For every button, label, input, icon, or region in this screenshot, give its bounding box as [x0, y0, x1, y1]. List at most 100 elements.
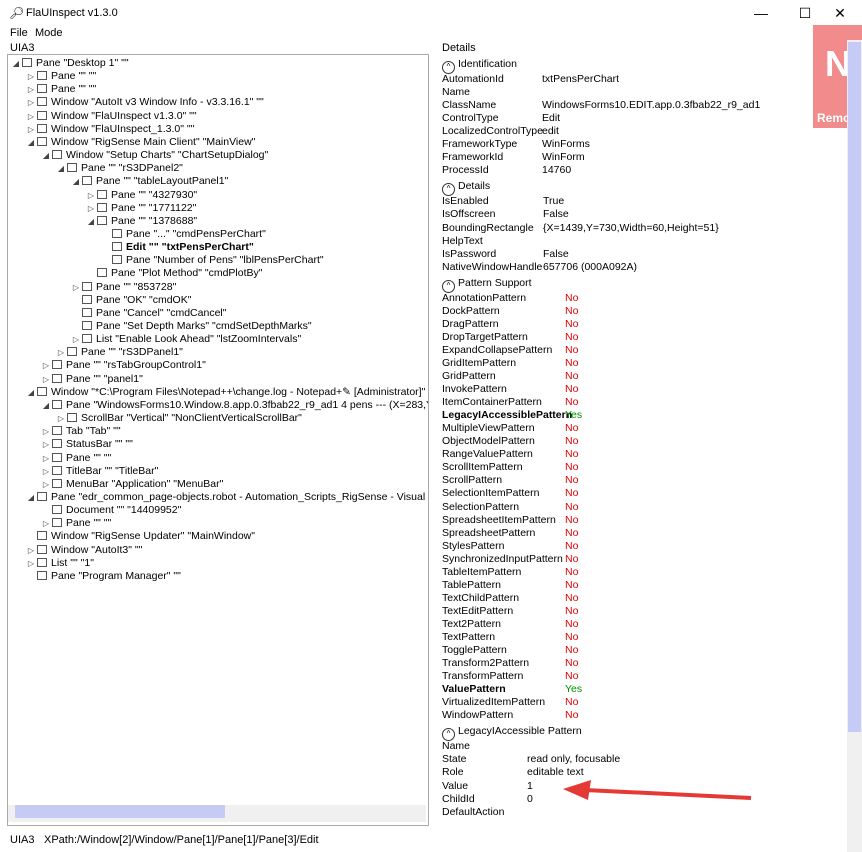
tree-node[interactable]: ▷ Pane "" "4327930"	[85, 189, 197, 202]
tree-node[interactable]: ▷ Window "FlaUInspect_1.3.0" ""	[25, 123, 194, 136]
expand-toggle-icon[interactable]: ▷	[55, 346, 67, 359]
tree-node[interactable]: ▷ Pane "" ""	[40, 452, 111, 465]
close-button[interactable]: ✕	[818, 0, 862, 26]
property-key: FrameworkId	[442, 151, 504, 164]
tree-node[interactable]: ▷ Window "AutoIt3" ""	[25, 544, 142, 557]
tree-node-label: Window "*C:\Program Files\Notepad++\chan…	[51, 385, 429, 398]
tree-node[interactable]: ▷ Pane "" "1771122"	[85, 202, 196, 215]
expand-toggle-icon[interactable]: ▷	[85, 189, 97, 202]
tree-node-label: ScrollBar "Vertical" "NonClientVerticalS…	[81, 412, 302, 425]
tree-node[interactable]: ◢ Pane "edr_common_page-objects.robot - A…	[25, 491, 428, 504]
expand-toggle-icon[interactable]: ▷	[40, 517, 52, 530]
tree-node[interactable]: ▷ Window "AutoIt v3 Window Info - v3.3.16…	[25, 96, 264, 109]
tree-node[interactable]: ▷ Window "FlaUInspect v1.3.0" ""	[25, 110, 197, 123]
expand-toggle-icon[interactable]: ▷	[40, 425, 52, 438]
tree-node[interactable]: Document "" "14409952"	[40, 504, 181, 517]
expand-toggle-icon[interactable]: ▷	[70, 333, 82, 346]
expand-toggle-icon[interactable]: ▷	[40, 359, 52, 372]
control-type-icon	[82, 294, 92, 304]
expand-toggle-icon[interactable]: ▷	[25, 557, 37, 570]
expand-toggle-icon[interactable]: ▷	[25, 70, 37, 83]
section-header-patterns[interactable]: ^ Pattern Support	[442, 276, 532, 293]
tree-node[interactable]: Window "RigSense Updater" "MainWindow"	[25, 530, 255, 543]
expand-toggle-icon[interactable]: ▷	[40, 438, 52, 451]
tree-node[interactable]: ▷ StatusBar "" ""	[40, 438, 133, 451]
tree-node[interactable]: ▷ Pane "" "853728"	[70, 281, 176, 294]
tree-node[interactable]: ◢ Window "Setup Charts" "ChartSetupDialog…	[40, 149, 268, 162]
tree-node[interactable]: ▷ ScrollBar "Vertical" "NonClientVertical…	[55, 412, 302, 425]
tree-node[interactable]: Pane "Cancel" "cmdCancel"	[70, 307, 226, 320]
menu-file[interactable]: File	[10, 27, 28, 39]
tree-node[interactable]: ▷ TitleBar "" "TitleBar"	[40, 465, 158, 478]
expand-toggle-icon[interactable]: ▷	[40, 452, 52, 465]
menu-mode[interactable]: Mode	[35, 27, 63, 39]
expand-toggle-icon[interactable]: ▷	[40, 478, 52, 491]
expand-toggle-icon[interactable]: ▷	[25, 123, 37, 136]
expand-toggle-icon[interactable]: ▷	[55, 412, 67, 425]
tree-node[interactable]: ◢ Pane "Desktop 1" ""	[10, 57, 129, 70]
tree-scroll-thumb[interactable]	[15, 805, 225, 818]
property-key: IsEnabled	[442, 195, 489, 208]
tree-node[interactable]: Pane "Set Depth Marks" "cmdSetDepthMarks…	[70, 320, 312, 333]
expand-toggle-icon[interactable]: ◢	[85, 215, 97, 228]
tree-node[interactable]: Pane "Number of Pens" "lblPensPerChart"	[100, 254, 324, 267]
tree-node-label: Pane "" "panel1"	[66, 372, 143, 385]
section-header-details[interactable]: ^ Details	[442, 179, 490, 197]
expand-toggle-icon[interactable]: ◢	[70, 175, 82, 188]
expand-toggle-icon[interactable]: ▷	[70, 281, 82, 294]
control-type-icon	[37, 84, 47, 94]
tree-node[interactable]: ◢ Pane "" "rS3DPanel2"	[55, 162, 183, 175]
expand-toggle-icon[interactable]: ▷	[25, 83, 37, 96]
expand-toggle-icon[interactable]: ▷	[25, 96, 37, 109]
property-key: TextChildPattern	[442, 591, 520, 604]
tree-node[interactable]: ▷ Pane "" "rS3DPanel1"	[55, 346, 183, 359]
expand-toggle-icon[interactable]: ▷	[85, 202, 97, 215]
expand-toggle-icon[interactable]: ▷	[25, 110, 37, 123]
tree-node[interactable]: Pane "Program Manager" ""	[25, 570, 181, 583]
expand-toggle-icon[interactable]: ◢	[55, 162, 67, 175]
tree-node[interactable]: ◢ Pane "WindowsForms10.Window.8.app.0.3fb…	[40, 399, 428, 412]
expand-toggle-icon[interactable]: ◢	[25, 136, 37, 149]
tree-node[interactable]: ◢ Window "*C:\Program Files\Notepad++\cha…	[25, 385, 429, 399]
expand-toggle-icon[interactable]: ◢	[10, 57, 22, 70]
expand-toggle-icon[interactable]: ◢	[25, 491, 37, 504]
tree-node[interactable]: ◢ Window "RigSense Main Client" "MainView…	[25, 136, 255, 149]
tree-node[interactable]: ▷ Tab "Tab" ""	[40, 425, 121, 438]
tree-node[interactable]: ▷ Pane "" "rsTabGroupControl1"	[40, 359, 206, 372]
expand-toggle-icon[interactable]: ◢	[40, 399, 52, 412]
control-type-icon	[112, 242, 122, 252]
tree-node[interactable]: Pane "..." "cmdPensPerChart"	[100, 228, 266, 241]
tree-node[interactable]: ▷ Pane "" ""	[25, 70, 96, 83]
tree-node[interactable]: ◢ Pane "" "1378688"	[85, 215, 197, 228]
tree-node[interactable]: Edit "" "txtPensPerChart"	[100, 241, 254, 254]
details-scroll-thumb[interactable]	[848, 42, 861, 732]
tree-node[interactable]: Pane "OK" "cmdOK"	[70, 294, 191, 307]
tree-node[interactable]: ▷ List "Enable Look Ahead" "lstZoomInterv…	[70, 333, 301, 346]
tree-node[interactable]: ◢ Pane "" "tableLayoutPanel1"	[70, 175, 228, 188]
tree-node[interactable]: ▷ MenuBar "Application" "MenuBar"	[40, 478, 223, 491]
tree-node[interactable]: Pane "Plot Method" "cmdPlotBy"	[85, 267, 262, 280]
expand-toggle-icon[interactable]: ▷	[25, 544, 37, 557]
element-tree[interactable]: ◢ Pane "Desktop 1" "" ▷ Pane "" "" ▷ Pane "" …	[7, 54, 429, 826]
tree-node[interactable]: ▷ Pane "" ""	[40, 517, 111, 530]
property-value: No	[565, 422, 579, 435]
tree-node-label: Pane "" ""	[51, 83, 97, 96]
property-value: WindowsForms10.EDIT.app.0.3fbab22_r9_ad1	[542, 99, 761, 112]
tree-node[interactable]: ▷ Pane "" "panel1"	[40, 373, 143, 386]
tree-node[interactable]: ▷ List "" "1"	[25, 557, 94, 570]
expand-toggle-icon[interactable]: ◢	[25, 386, 37, 399]
tree-node[interactable]: ▷ Pane "" ""	[25, 83, 96, 96]
property-key: Transform2Pattern	[442, 657, 530, 670]
property-value: No	[565, 317, 579, 330]
property-value: edit	[542, 125, 559, 138]
section-header-identification[interactable]: ^ Identification	[442, 57, 517, 74]
minimize-button[interactable]: —	[739, 0, 783, 26]
property-value: No	[565, 448, 579, 461]
property-value: No	[565, 539, 579, 552]
expand-toggle-icon[interactable]: ▷	[40, 373, 52, 386]
property-key: SpreadsheetPattern	[442, 526, 536, 539]
expand-toggle-icon[interactable]: ▷	[40, 465, 52, 478]
property-value: No	[565, 291, 579, 304]
section-header-legacy[interactable]: ^ LegacyIAccessible Pattern	[442, 724, 582, 742]
expand-toggle-icon[interactable]: ◢	[40, 149, 52, 162]
